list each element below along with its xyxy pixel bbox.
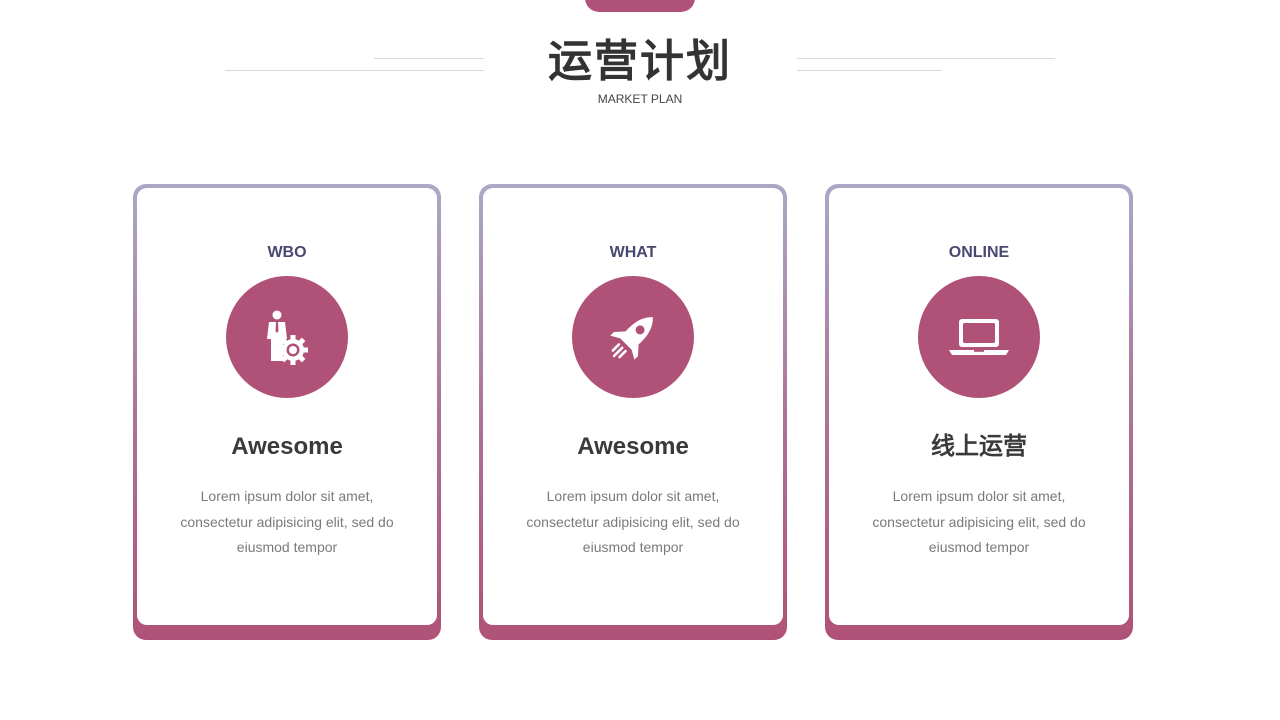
- card-what: WHAT Awesome Lorem ipsum dolor sit amet,…: [479, 184, 787, 640]
- card-inner: WHAT Awesome Lorem ipsum dolor sit amet,…: [483, 188, 783, 625]
- card-heading: Awesome: [231, 433, 343, 460]
- card-wbo: WBO Awesome Lorem ipsum dolor sit amet, …: [133, 184, 441, 640]
- icon-circle: [226, 276, 348, 398]
- laptop-icon: [949, 319, 1009, 355]
- card-heading: Awesome: [577, 433, 689, 460]
- icon-circle: [918, 276, 1040, 398]
- rocket-icon: [610, 317, 653, 360]
- card-label: WBO: [267, 244, 307, 261]
- card-online: ONLINE 线上运营 Lorem ipsum dolor sit amet, …: [825, 184, 1133, 640]
- card-inner: ONLINE 线上运营 Lorem ipsum dolor sit amet, …: [829, 188, 1129, 625]
- page-subtitle: MARKET PLAN: [597, 92, 683, 106]
- card-label: WHAT: [609, 244, 657, 261]
- slide: 运营计划 MARKET PLAN WBO Awesome Lorem ipsum…: [0, 0, 1280, 720]
- page-title: 运营计划: [548, 37, 732, 86]
- card-inner: WBO Awesome Lorem ipsum dolor sit amet, …: [137, 188, 437, 625]
- card-heading: 线上运营: [931, 433, 1027, 460]
- icon-circle: [572, 276, 694, 398]
- top-decor-tab: [585, 0, 695, 12]
- card-body: Lorem ipsum dolor sit amet, consectetur …: [526, 488, 740, 555]
- card-label: ONLINE: [948, 244, 1010, 261]
- businessman-gear-icon: [267, 310, 308, 365]
- card-body: Lorem ipsum dolor sit amet, consectetur …: [180, 488, 394, 555]
- card-body: Lorem ipsum dolor sit amet, consectetur …: [872, 488, 1086, 555]
